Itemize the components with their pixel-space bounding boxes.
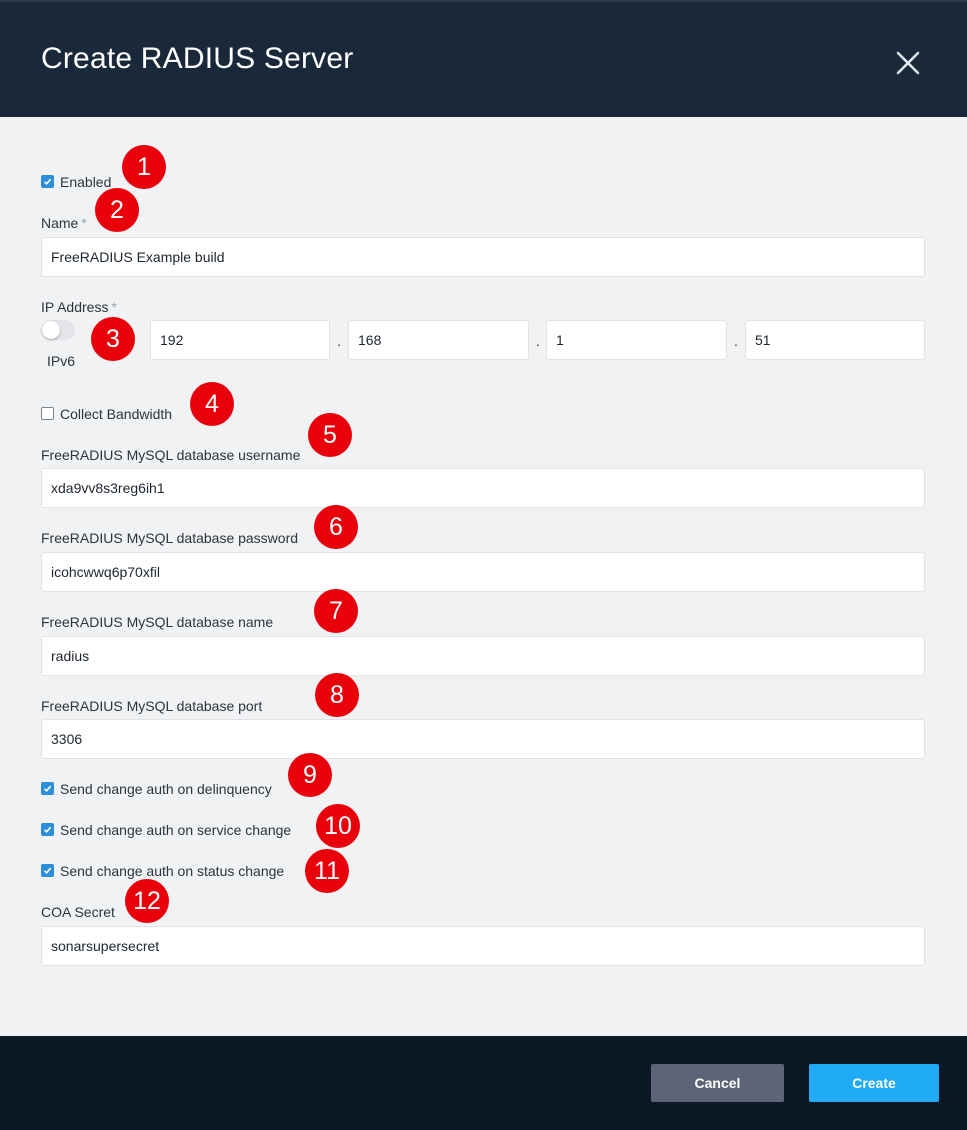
db-username-label: FreeRADIUS MySQL database username bbox=[41, 447, 301, 463]
coa-secret-input[interactable] bbox=[41, 926, 925, 966]
ip-separator: . bbox=[734, 333, 738, 349]
cancel-button[interactable]: Cancel bbox=[651, 1064, 784, 1102]
collect-bandwidth-checkbox[interactable] bbox=[41, 407, 54, 420]
annotation-badge-6: 6 bbox=[314, 505, 358, 549]
close-icon[interactable] bbox=[893, 48, 923, 78]
annotation-badge-1: 1 bbox=[122, 145, 166, 189]
db-name-label: FreeRADIUS MySQL database name bbox=[41, 614, 274, 630]
db-username-input[interactable] bbox=[41, 468, 925, 508]
ip-octet-1-input[interactable] bbox=[150, 320, 330, 360]
db-password-label: FreeRADIUS MySQL database password bbox=[41, 530, 299, 546]
coa-delinquency-checkbox[interactable] bbox=[41, 782, 54, 795]
annotation-badge-9: 9 bbox=[288, 753, 332, 797]
annotation-badge-11: 11 bbox=[305, 849, 349, 893]
db-password-input[interactable] bbox=[41, 552, 925, 592]
coa-delinquency-label: Send change auth on delinquency bbox=[60, 781, 272, 797]
annotation-badge-7: 7 bbox=[314, 589, 358, 633]
db-port-input[interactable] bbox=[41, 719, 925, 759]
name-label-text: Name bbox=[41, 215, 79, 231]
collect-bandwidth-label: Collect Bandwidth bbox=[60, 406, 173, 422]
coa-secret-label: COA Secret bbox=[41, 904, 115, 920]
ip-separator: . bbox=[536, 333, 540, 349]
name-label: Name * bbox=[41, 215, 87, 231]
ipv6-toggle[interactable] bbox=[41, 320, 75, 340]
ip-octet-4-input[interactable] bbox=[745, 320, 925, 360]
annotation-badge-3: 3 bbox=[91, 317, 135, 361]
ip-octet-3-input[interactable] bbox=[546, 320, 727, 360]
dialog-header: Create RADIUS Server bbox=[0, 0, 967, 117]
ip-address-label-text: IP Address bbox=[41, 299, 109, 315]
coa-service-change-checkbox[interactable] bbox=[41, 823, 54, 836]
db-name-input[interactable] bbox=[41, 636, 925, 676]
ip-address-label: IP Address * bbox=[41, 299, 117, 315]
required-mark: * bbox=[111, 299, 117, 315]
enabled-label: Enabled bbox=[60, 174, 112, 190]
toggle-knob bbox=[42, 321, 60, 339]
ip-octet-2-input[interactable] bbox=[348, 320, 529, 360]
db-port-label: FreeRADIUS MySQL database port bbox=[41, 698, 263, 714]
annotation-badge-10: 10 bbox=[316, 804, 360, 848]
required-mark: * bbox=[81, 215, 87, 231]
dialog-footer: Cancel Create bbox=[0, 1036, 967, 1130]
dialog-title: Create RADIUS Server bbox=[41, 42, 354, 75]
create-radius-server-dialog: Create RADIUS Server Enabled Name* IP Ad… bbox=[0, 0, 967, 1130]
annotation-badge-5: 5 bbox=[308, 413, 352, 457]
enabled-checkbox[interactable] bbox=[41, 175, 54, 188]
create-button[interactable]: Create bbox=[809, 1064, 939, 1102]
ipv6-label: IPv6 bbox=[47, 353, 76, 369]
ip-separator: . bbox=[337, 333, 341, 349]
name-input[interactable] bbox=[41, 237, 925, 277]
annotation-badge-4: 4 bbox=[190, 382, 234, 426]
annotation-badge-2: 2 bbox=[95, 188, 139, 232]
coa-status-change-label: Send change auth on status change bbox=[60, 863, 285, 879]
coa-status-change-checkbox[interactable] bbox=[41, 864, 54, 877]
coa-service-change-label: Send change auth on service change bbox=[60, 822, 292, 838]
annotation-badge-12: 12 bbox=[125, 879, 169, 923]
annotation-badge-8: 8 bbox=[315, 673, 359, 717]
